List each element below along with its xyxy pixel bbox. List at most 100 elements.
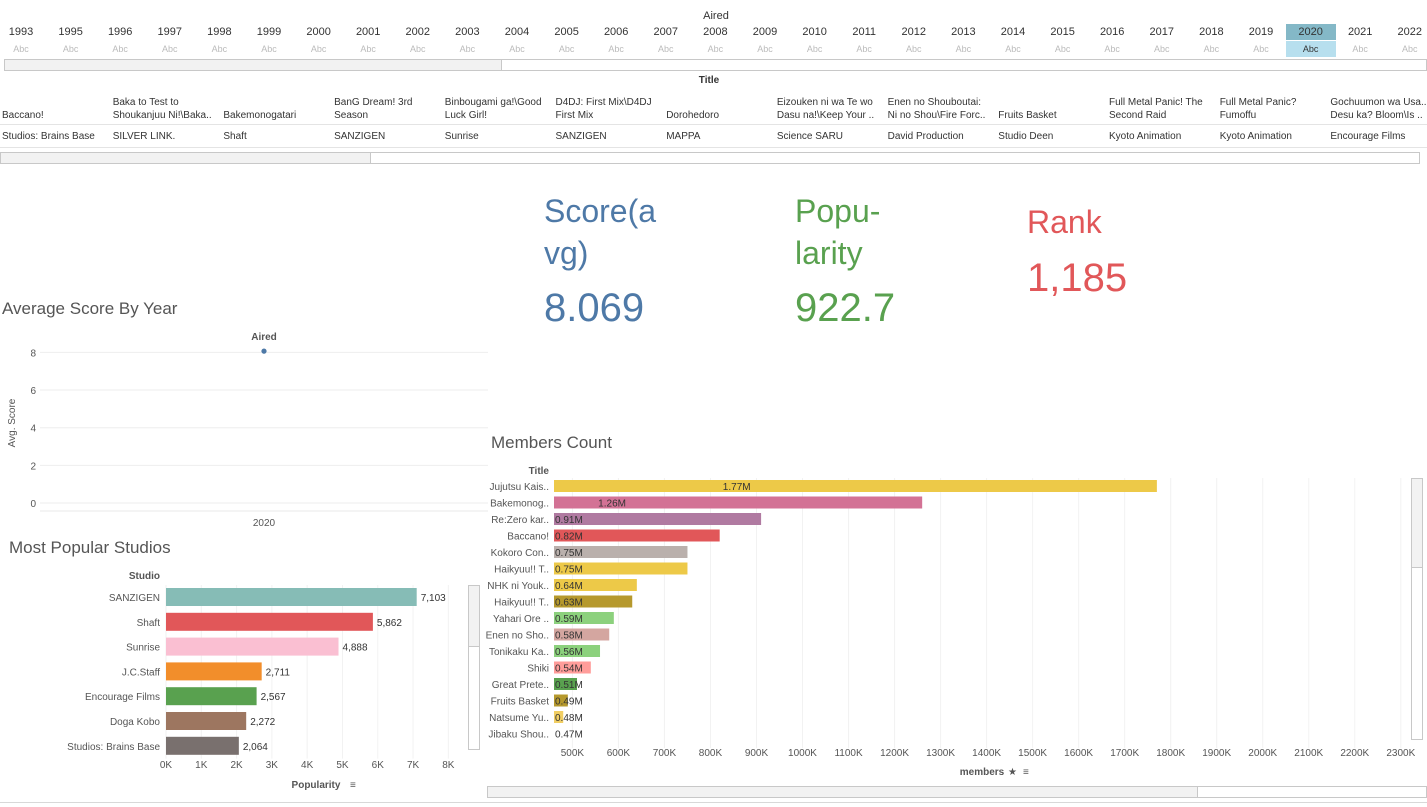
year-abc-cell[interactable]: Abc — [46, 44, 96, 54]
year-abc-cell[interactable]: Abc — [393, 44, 443, 54]
members-v-scrollbar[interactable] — [1411, 478, 1423, 740]
members-h-scrollbar-thumb[interactable] — [488, 787, 1198, 797]
year-option[interactable]: 2022 — [1385, 26, 1427, 38]
year-option[interactable]: 2019 — [1236, 26, 1286, 38]
year-abc-cell[interactable]: Abc — [244, 44, 294, 54]
studio-cell[interactable]: David Production — [888, 131, 993, 142]
year-abc-cell[interactable]: Abc — [889, 44, 939, 54]
studios-scrollbar-thumb[interactable] — [469, 586, 479, 647]
year-abc-cell[interactable]: Abc — [0, 44, 46, 54]
year-abc-cell[interactable]: Abc — [1286, 44, 1336, 54]
year-abc-cell[interactable]: Abc — [1385, 44, 1427, 54]
title-cell[interactable]: Gochuumon wa Usa.. Desu ka? Bloom\Is .. — [1330, 94, 1427, 122]
studio-cell[interactable]: Studios: Brains Base — [2, 131, 107, 142]
year-option[interactable]: 2007 — [641, 26, 691, 38]
year-abc-cell[interactable]: Abc — [938, 44, 988, 54]
year-option[interactable]: 1996 — [95, 26, 145, 38]
year-option[interactable]: 2018 — [1186, 26, 1236, 38]
year-option[interactable]: 1998 — [194, 26, 244, 38]
year-option[interactable]: 2020 — [1286, 26, 1336, 38]
studio-cell[interactable]: Studio Deen — [998, 131, 1103, 142]
title-cell[interactable]: Bakemonogatari — [223, 94, 328, 122]
x-tick-label: 1200K — [880, 748, 909, 759]
year-option[interactable]: 1999 — [244, 26, 294, 38]
studio-label: Studios: Brains Base — [67, 742, 160, 753]
year-abc-cell[interactable]: Abc — [790, 44, 840, 54]
year-option[interactable]: 2021 — [1335, 26, 1385, 38]
year-option[interactable]: 2015 — [1038, 26, 1088, 38]
year-abc-cell[interactable]: Abc — [343, 44, 393, 54]
year-option[interactable]: 2014 — [988, 26, 1038, 38]
members-h-scrollbar[interactable] — [487, 786, 1427, 798]
year-option[interactable]: 2011 — [839, 26, 889, 38]
table-scrollbar-thumb[interactable] — [1, 153, 371, 163]
year-option[interactable]: 1997 — [145, 26, 195, 38]
title-cell[interactable]: D4DJ: First Mix\D4DJ First Mix — [556, 94, 661, 122]
year-option[interactable]: 2001 — [343, 26, 393, 38]
year-abc-cell[interactable]: Abc — [1236, 44, 1286, 54]
year-abc-cell[interactable]: Abc — [294, 44, 344, 54]
year-abc-cell[interactable]: Abc — [839, 44, 889, 54]
title-cell[interactable]: Full Metal Panic? Fumoffu — [1220, 94, 1325, 122]
year-abc-cell[interactable]: Abc — [988, 44, 1038, 54]
year-abc-cell[interactable]: Abc — [442, 44, 492, 54]
year-abc-cell[interactable]: Abc — [1137, 44, 1187, 54]
table-scrollbar[interactable] — [0, 152, 1420, 164]
studio-cell[interactable]: Kyoto Animation — [1109, 131, 1214, 142]
title-cell[interactable]: Enen no Shouboutai: Ni no Shou\Fire Forc… — [888, 94, 993, 122]
year-scrollbar[interactable] — [4, 59, 1427, 71]
studios-scrollbar[interactable] — [468, 585, 480, 750]
studio-cell[interactable]: SANZIGEN — [334, 131, 439, 142]
members-v-scrollbar-thumb[interactable] — [1412, 479, 1422, 568]
year-option[interactable]: 1995 — [46, 26, 96, 38]
x-tick-label: 2200K — [1340, 748, 1369, 759]
year-abc-cell[interactable]: Abc — [95, 44, 145, 54]
year-abc-cell[interactable]: Abc — [1186, 44, 1236, 54]
year-abc-cell[interactable]: Abc — [641, 44, 691, 54]
studio-cell[interactable]: Sunrise — [445, 131, 550, 142]
year-abc-cell[interactable]: Abc — [690, 44, 740, 54]
year-option[interactable]: 2006 — [591, 26, 641, 38]
title-cell[interactable]: Full Metal Panic! The Second Raid — [1109, 94, 1214, 122]
year-abc-cell[interactable]: Abc — [1087, 44, 1137, 54]
year-option[interactable]: 2009 — [740, 26, 790, 38]
title-cell[interactable]: Eizouken ni wa Te wo Dasu na!\Keep Your … — [777, 94, 882, 122]
year-option[interactable]: 2005 — [542, 26, 592, 38]
title-cell[interactable]: BanG Dream! 3rd Season — [334, 94, 439, 122]
year-option[interactable]: 2004 — [492, 26, 542, 38]
studio-cell[interactable]: Science SARU — [777, 131, 882, 142]
year-scrollbar-thumb[interactable] — [5, 60, 502, 70]
title-cell[interactable]: Binbougami ga!\Good Luck Girl! — [445, 94, 550, 122]
year-option[interactable]: 2017 — [1137, 26, 1187, 38]
year-option[interactable]: 2002 — [393, 26, 443, 38]
year-option[interactable]: 2013 — [938, 26, 988, 38]
members-value-label: 1.26M — [598, 499, 626, 510]
year-option[interactable]: 2010 — [790, 26, 840, 38]
year-abc-cell[interactable]: Abc — [492, 44, 542, 54]
year-abc-cell[interactable]: Abc — [1038, 44, 1088, 54]
title-cell[interactable]: Dorohedoro — [666, 94, 771, 122]
year-option[interactable]: 2000 — [294, 26, 344, 38]
title-cell[interactable]: Baka to Test to Shoukanjuu Ni!\Baka.. — [113, 94, 218, 122]
year-abc-cell[interactable]: Abc — [1335, 44, 1385, 54]
year-option[interactable]: 2012 — [889, 26, 939, 38]
studio-cell[interactable]: SILVER LINK. — [113, 131, 218, 142]
year-abc-cell[interactable]: Abc — [542, 44, 592, 54]
studio-cell[interactable]: Encourage Films — [1330, 131, 1427, 142]
year-abc-cell[interactable]: Abc — [145, 44, 195, 54]
studio-cell[interactable]: SANZIGEN — [556, 131, 661, 142]
year-option[interactable]: 2016 — [1087, 26, 1137, 38]
studio-cell[interactable]: MAPPA — [666, 131, 771, 142]
studio-label: Encourage Films — [85, 692, 160, 703]
x-tick-label: 1700K — [1110, 748, 1139, 759]
studio-cell[interactable]: Kyoto Animation — [1220, 131, 1325, 142]
year-abc-cell[interactable]: Abc — [194, 44, 244, 54]
year-option[interactable]: 2003 — [442, 26, 492, 38]
year-option[interactable]: 2008 — [690, 26, 740, 38]
year-option[interactable]: 1993 — [0, 26, 46, 38]
year-abc-cell[interactable]: Abc — [591, 44, 641, 54]
title-cell[interactable]: Baccano! — [2, 94, 107, 122]
title-cell[interactable]: Fruits Basket — [998, 94, 1103, 122]
year-abc-cell[interactable]: Abc — [740, 44, 790, 54]
studio-cell[interactable]: Shaft — [223, 131, 328, 142]
